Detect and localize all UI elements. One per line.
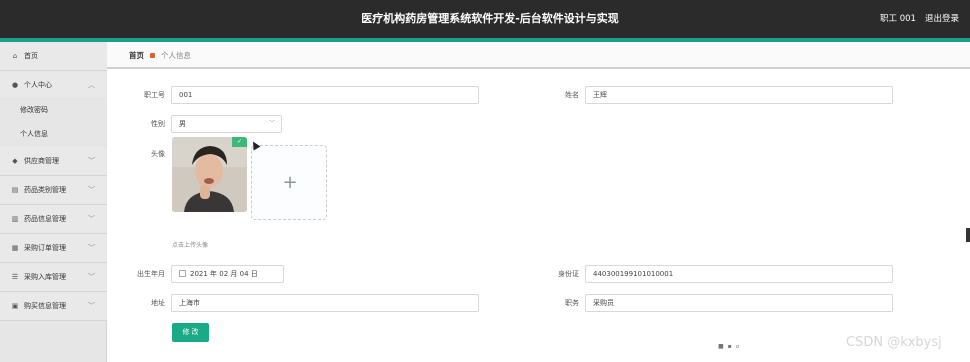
sidebar-item-label: 个人中心: [24, 81, 52, 89]
calendar-icon: [179, 270, 186, 277]
name-field[interactable]: 王辉: [585, 86, 893, 104]
breadcrumb: 首页 个人信息: [107, 42, 970, 69]
watermark: CSDN @kxbysj: [846, 335, 942, 350]
birthdate-label: 出生年月: [137, 270, 165, 278]
gender-select[interactable]: 男 ﹀: [171, 115, 282, 133]
chevron-down-icon: ﹀: [88, 273, 95, 281]
sidebar-item-purchase-order[interactable]: ▦ 采购订单管理 ﹀: [0, 234, 107, 263]
submit-button[interactable]: 修 改: [172, 323, 209, 342]
supplier-icon: ◆: [12, 157, 18, 165]
id-card-label: 身份证: [558, 270, 579, 278]
avatar-upload-button[interactable]: +: [251, 145, 327, 220]
sidebar-item-supplier[interactable]: ◆ 供应商管理 ﹀: [0, 147, 107, 176]
check-icon: ✓: [232, 137, 247, 147]
sidebar-item-label: 首页: [24, 52, 38, 60]
sidebar-item-home[interactable]: ⌂ 首页: [0, 42, 107, 71]
address-field[interactable]: 上海市: [171, 294, 479, 312]
breadcrumb-home[interactable]: 首页: [129, 42, 144, 69]
sidebar-item-purchase-stock[interactable]: ☰ 采购入库管理 ﹀: [0, 263, 107, 292]
order-icon: ▦: [11, 244, 19, 252]
chart-icon: ▥: [11, 215, 19, 223]
sidebar-item-label: 药品类别管理: [24, 186, 66, 194]
sidebar-item-drug-info[interactable]: ▥ 药品信息管理 ﹀: [0, 205, 107, 234]
employee-id-label: 职工号: [144, 91, 165, 99]
sidebar-subitem-label: 修改密码: [20, 106, 48, 114]
sidebar: ⌂ 首页 ● 个人中心 ︿ 修改密码 个人信息 ◆ 供应商管理 ﹀ ▤ 药品类别…: [0, 42, 107, 362]
sidebar-item-personal-center[interactable]: ● 个人中心 ︿: [0, 71, 107, 100]
chevron-down-icon: ﹀: [88, 157, 95, 165]
avatar-label: 头像: [151, 150, 165, 158]
app-title: 医疗机构药房管理系统软件开发-后台软件设计与实现: [361, 12, 619, 25]
breadcrumb-current: 个人信息: [161, 51, 191, 60]
gender-label: 性别: [151, 120, 165, 128]
purchase-icon: ▣: [11, 302, 19, 310]
sidebar-item-label: 购买信息管理: [24, 302, 66, 310]
loading-dots-icon: ■ ▪ ▫: [718, 343, 741, 350]
chevron-down-icon: ﹀: [88, 186, 95, 194]
sidebar-subitem-change-password[interactable]: 修改密码: [0, 97, 107, 123]
birthdate-field[interactable]: 2021 年 02 月 04 日: [171, 265, 284, 283]
avatar-upload-hint: 点击上传头像: [172, 242, 209, 249]
sidebar-item-label: 采购订单管理: [24, 244, 66, 252]
plus-icon: +: [282, 172, 298, 193]
sidebar-item-label: 药品信息管理: [24, 215, 66, 223]
sidebar-item-label: 采购入库管理: [24, 273, 66, 281]
chevron-down-icon: ﹀: [88, 244, 95, 252]
chevron-down-icon: ﹀: [88, 215, 95, 223]
birthdate-value: 2021 年 02 月 04 日: [190, 270, 258, 278]
address-label: 地址: [151, 299, 165, 307]
gender-select-value: 男: [179, 120, 186, 128]
home-icon: ⌂: [12, 52, 18, 60]
name-label: 姓名: [565, 91, 579, 99]
sidebar-item-purchase-info[interactable]: ▣ 购买信息管理 ﹀: [0, 292, 107, 321]
breadcrumb-separator-icon: [150, 53, 155, 58]
chevron-up-icon: ︿: [88, 81, 95, 89]
employee-id-field[interactable]: 001: [171, 86, 479, 104]
category-icon: ▤: [11, 186, 19, 194]
sidebar-subitem-label: 个人信息: [20, 130, 48, 138]
position-field[interactable]: 采购员: [585, 294, 893, 312]
id-card-field[interactable]: 440300199101010001: [585, 265, 893, 283]
position-label: 职务: [565, 299, 579, 307]
current-user-label: 职工 001: [880, 14, 916, 24]
chevron-down-icon: ﹀: [268, 120, 275, 127]
chevron-down-icon: ﹀: [88, 302, 95, 310]
logout-link[interactable]: 退出登录: [925, 0, 959, 38]
sidebar-subitem-personal-info[interactable]: 个人信息: [0, 121, 107, 147]
user-icon: ●: [11, 81, 19, 89]
sidebar-item-drug-category[interactable]: ▤ 药品类别管理 ﹀: [0, 176, 107, 205]
sidebar-item-label: 供应商管理: [24, 157, 59, 165]
avatar-image[interactable]: [172, 137, 247, 212]
scrollbar-handle[interactable]: [966, 228, 970, 242]
stock-icon: ☰: [11, 273, 19, 281]
